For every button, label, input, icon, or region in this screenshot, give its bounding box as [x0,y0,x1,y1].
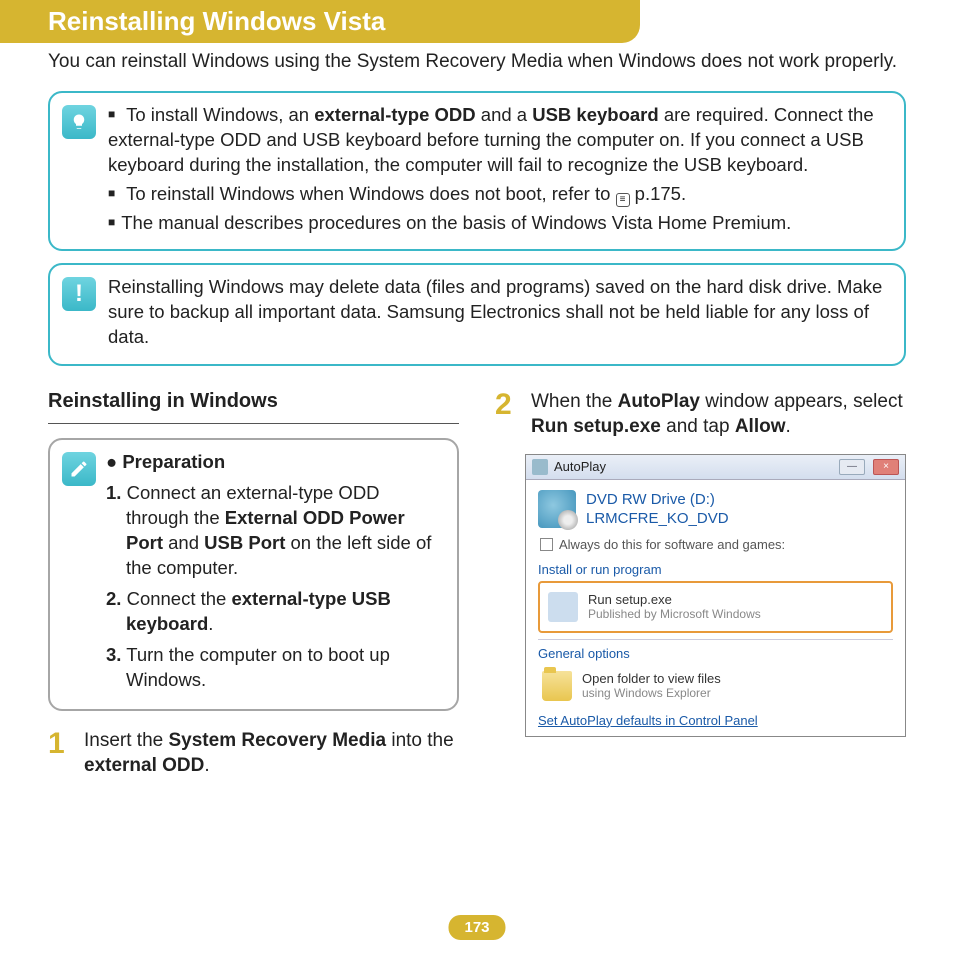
dvd-drive-icon [538,490,576,528]
drive-header: DVD RW Drive (D:) LRMCFRE_KO_DVD [538,490,893,529]
option-subtitle: using Windows Explorer [582,686,721,700]
drive-label: DVD RW Drive (D:) LRMCFRE_KO_DVD [586,490,729,529]
tip-body: To install Windows, an external-type ODD… [108,103,890,240]
prep-title: ● Preparation [106,450,445,475]
separator [538,639,893,640]
option-subtitle: Published by Microsoft Windows [588,607,761,621]
right-column: 2 When the AutoPlay window appears, sele… [495,390,906,778]
intro-text: You can reinstall Windows using the Syst… [0,43,954,91]
always-do-label: Always do this for software and games: [559,537,785,552]
group-general-label: General options [538,646,893,661]
step-2: 2 When the AutoPlay window appears, sele… [495,390,906,439]
tip-item-2: To reinstall Windows when Windows does n… [108,182,890,207]
step-number: 1 [48,729,74,778]
preparation-box: ● Preparation 1. Connect an external-typ… [48,438,459,711]
warning-box: ! Reinstalling Windows may delete data (… [48,263,906,366]
prep-step-3: 3. Turn the computer on to boot up Windo… [106,643,445,693]
left-column: Reinstalling in Windows ● Preparation 1.… [48,390,459,778]
warning-body: Reinstalling Windows may delete data (fi… [108,275,890,354]
autoplay-app-icon [532,459,548,475]
prep-step-1: 1. Connect an external-type ODD through … [106,481,445,581]
installer-icon [548,592,578,622]
close-button[interactable]: × [873,459,899,475]
tip-item-1: To install Windows, an external-type ODD… [108,103,890,178]
page-header: Reinstalling Windows Vista [0,0,640,43]
step-text: Insert the System Recovery Media into th… [84,729,459,778]
page-title: Reinstalling Windows Vista [48,6,612,37]
page-ref-icon: ≡ [616,193,630,207]
open-folder-option[interactable]: Open folder to view files using Windows … [538,665,893,707]
section-title: Reinstalling in Windows [48,390,459,424]
step-number: 2 [495,390,521,439]
window-title: AutoPlay [554,459,606,474]
prep-step-2: 2. Connect the external-type USB keyboar… [106,587,445,637]
always-do-checkbox[interactable] [540,538,553,551]
highlighted-option: Run setup.exe Published by Microsoft Win… [538,581,893,633]
run-setup-option[interactable]: Run setup.exe Published by Microsoft Win… [544,586,887,628]
option-title: Open folder to view files [582,671,721,687]
folder-icon [542,671,572,701]
minimize-button[interactable]: — [839,459,865,475]
control-panel-link[interactable]: Set AutoPlay defaults in Control Panel [538,713,758,728]
alert-icon: ! [62,277,96,311]
always-do-row: Always do this for software and games: [540,537,893,552]
window-titlebar: AutoPlay — × [526,455,905,480]
step-text: When the AutoPlay window appears, select… [531,390,906,439]
step-1: 1 Insert the System Recovery Media into … [48,729,459,778]
lightbulb-icon [62,105,96,139]
tip-item-3: The manual describes procedures on the b… [108,211,890,236]
pencil-icon [62,452,96,486]
window-body: DVD RW Drive (D:) LRMCFRE_KO_DVD Always … [526,480,905,736]
group-install-label: Install or run program [538,562,893,577]
page-number-badge: 173 [448,915,505,940]
option-title: Run setup.exe [588,592,761,608]
tip-box: To install Windows, an external-type ODD… [48,91,906,252]
autoplay-window: AutoPlay — × DVD RW Drive (D:) LRMCFRE_K… [525,454,906,737]
preparation-body: ● Preparation 1. Connect an external-typ… [106,450,445,699]
